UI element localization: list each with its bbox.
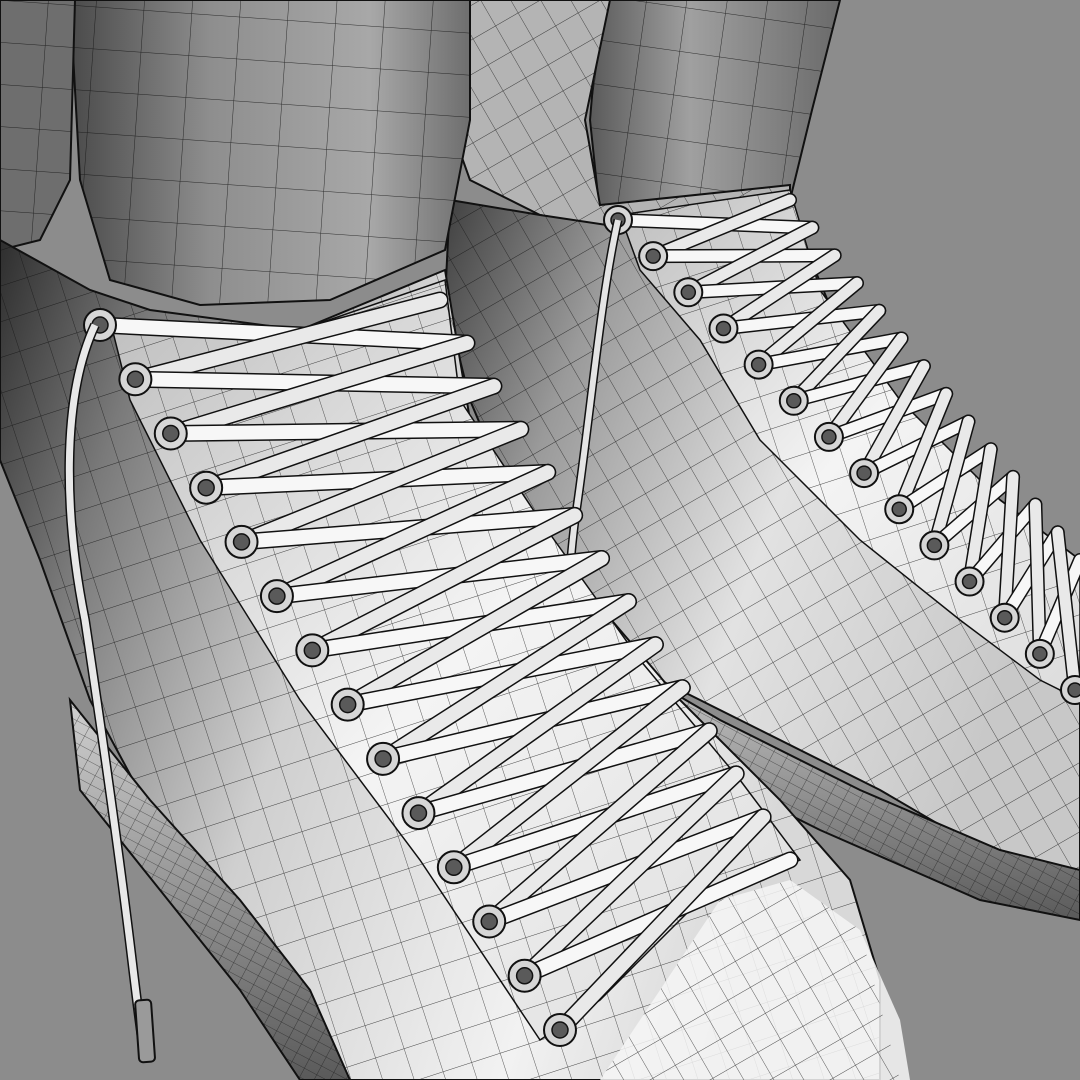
render-viewport [0, 0, 1080, 1080]
lace-aglet [134, 998, 156, 1064]
wireframe-render [0, 0, 1080, 1080]
